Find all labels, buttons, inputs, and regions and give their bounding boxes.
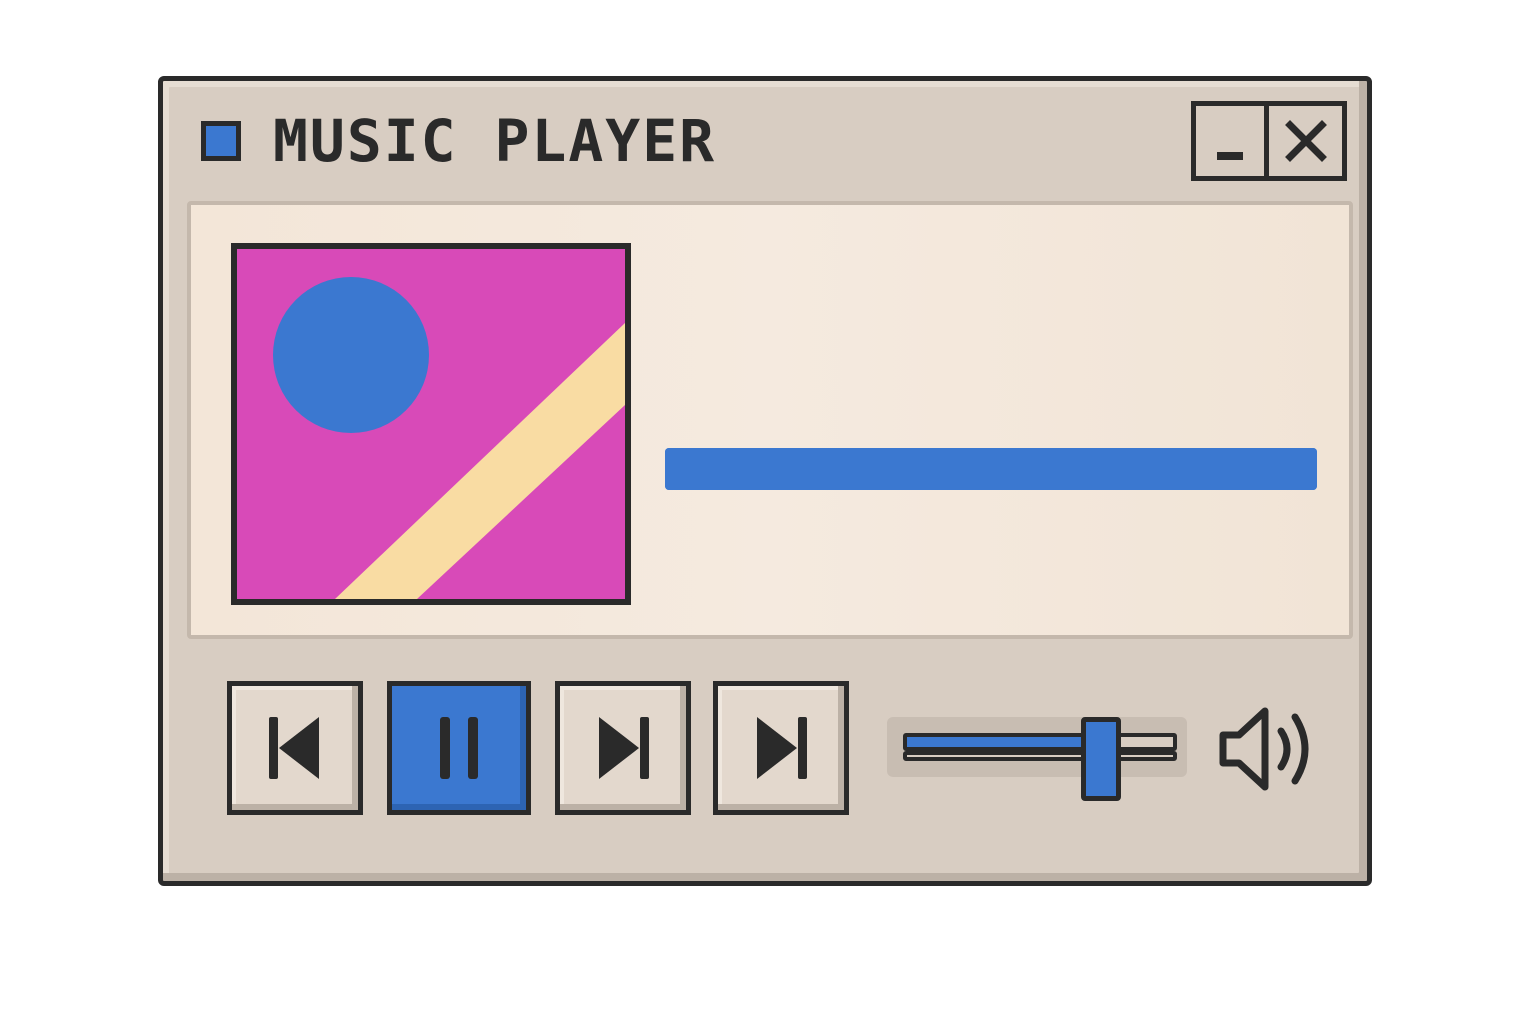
speaker-volume-icon[interactable]: [1215, 699, 1325, 799]
app-icon: [201, 121, 241, 161]
progress-bar[interactable]: [665, 448, 1317, 490]
window-controls: [1191, 101, 1347, 181]
skip-back-icon: [269, 717, 319, 779]
album-art: [231, 243, 631, 605]
skip-forward-icon: [599, 717, 649, 779]
window-title: MUSIC PLAYER: [273, 107, 717, 175]
progress-fill: [665, 448, 1317, 490]
title-bar[interactable]: MUSIC PLAYER: [163, 81, 1367, 199]
volume-slider[interactable]: [903, 717, 1177, 801]
previous-button[interactable]: [227, 681, 363, 815]
minimize-icon: [1217, 152, 1243, 160]
volume-control: [887, 717, 1187, 801]
close-button[interactable]: [1269, 106, 1342, 176]
now-playing-panel: [187, 201, 1353, 639]
next-button[interactable]: [555, 681, 691, 815]
skip-forward-icon: [757, 717, 807, 779]
pause-button[interactable]: [387, 681, 531, 815]
volume-fill: [907, 737, 1093, 747]
skip-button[interactable]: [713, 681, 849, 815]
pause-icon: [440, 717, 478, 779]
minimize-button[interactable]: [1196, 106, 1269, 176]
close-icon: [1284, 120, 1327, 162]
music-player-window: MUSIC PLAYER: [158, 76, 1372, 886]
volume-knob[interactable]: [1081, 717, 1121, 801]
volume-track-bottom: [903, 751, 1177, 761]
